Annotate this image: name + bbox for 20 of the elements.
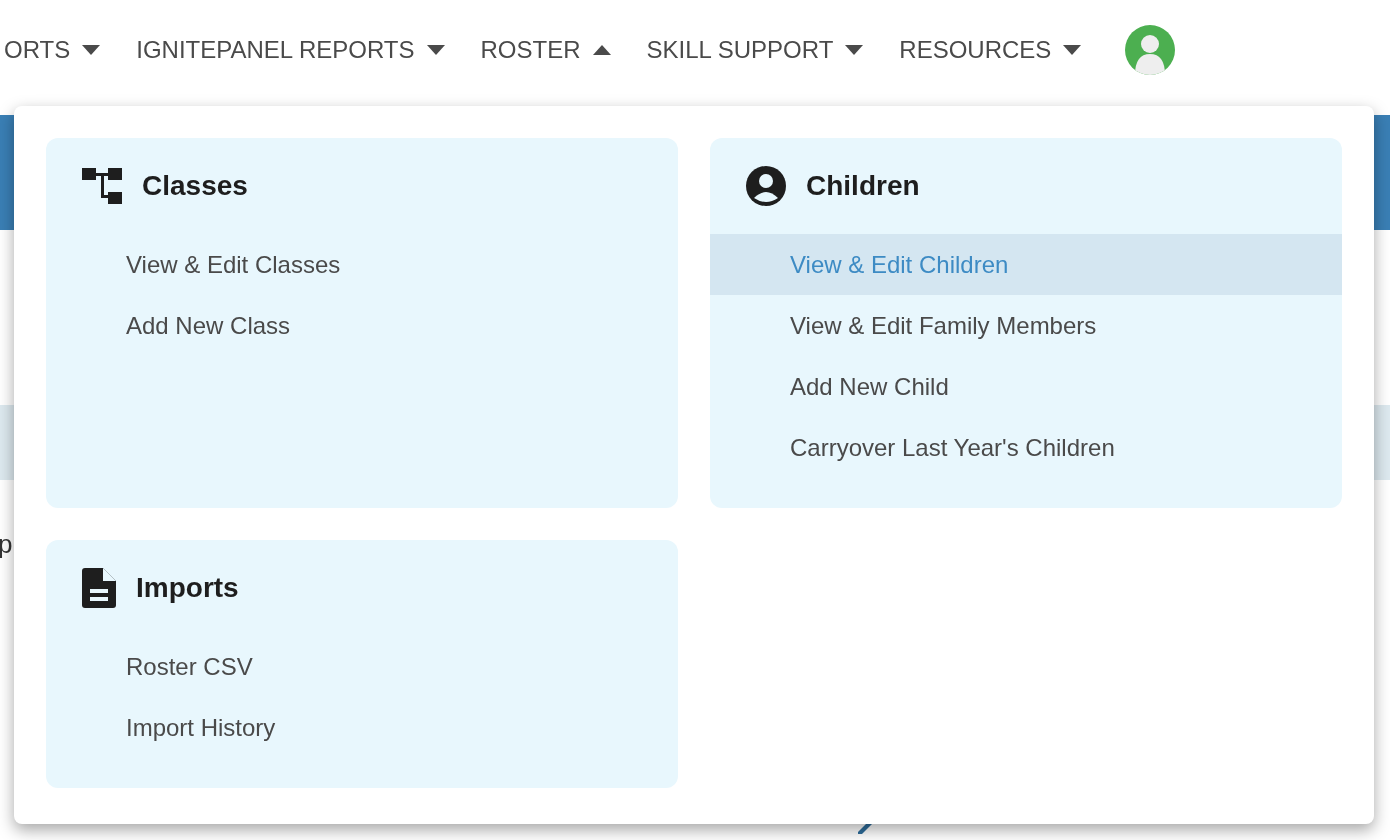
menu-item[interactable]: View & Edit Family Members: [710, 295, 1342, 356]
document-icon: [82, 568, 116, 608]
nav-menu-link[interactable]: ROSTER: [480, 32, 611, 68]
avatar[interactable]: [1125, 25, 1176, 75]
section-title: Classes: [142, 169, 248, 203]
section-title: Imports: [136, 571, 239, 605]
menu-item[interactable]: Add New Class: [46, 295, 678, 356]
menu-item[interactable]: Import History: [46, 697, 678, 758]
page-text: p: [0, 528, 14, 561]
menu-item[interactable]: Roster CSV: [46, 636, 678, 697]
menu-item[interactable]: Add New Child: [710, 356, 1342, 417]
nav-menu-link[interactable]: ORTS: [4, 32, 101, 68]
nav-menu-link[interactable]: IGNITEPANEL REPORTS: [136, 32, 445, 68]
nav-menu-link[interactable]: RESOURCES: [899, 32, 1082, 68]
menu-item[interactable]: View & Edit Classes: [46, 234, 678, 295]
user-circle-icon: [746, 166, 786, 206]
nav-menu-link[interactable]: SKILL SUPPORT: [646, 32, 864, 68]
section-title: Children: [806, 169, 920, 203]
menu-item[interactable]: Carryover Last Year's Children: [710, 417, 1342, 478]
hierarchy-icon: [82, 168, 122, 204]
